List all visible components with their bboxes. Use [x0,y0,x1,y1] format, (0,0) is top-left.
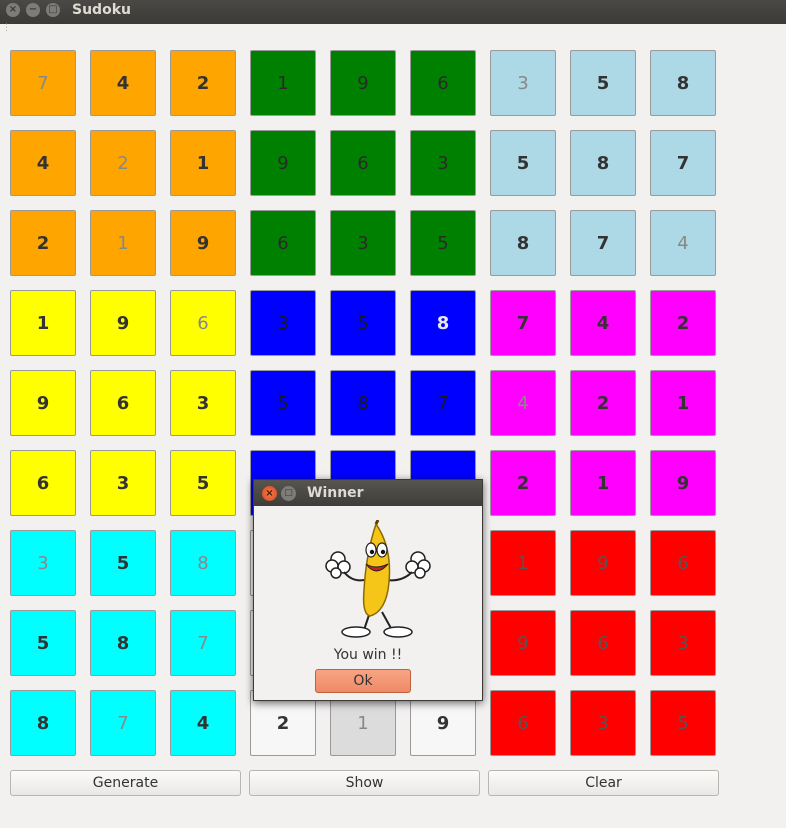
sudoku-cell[interactable]: 9 [490,610,556,676]
sudoku-cell[interactable]: 2 [10,210,76,276]
sudoku-cell[interactable]: 1 [570,450,636,516]
sudoku-cell[interactable]: 6 [250,210,316,276]
sudoku-cell[interactable]: 2 [570,370,636,436]
sudoku-cell[interactable]: 8 [170,530,236,596]
ok-button[interactable]: Ok [315,669,411,693]
sudoku-cell[interactable]: 5 [330,290,396,356]
sudoku-cell[interactable]: 7 [570,210,636,276]
sudoku-cell[interactable]: 5 [250,370,316,436]
title-bar: × − □ Sudoku [0,0,786,24]
sudoku-cell[interactable]: 4 [570,290,636,356]
sudoku-cell[interactable]: 7 [650,130,716,196]
sudoku-cell[interactable]: 5 [410,210,476,276]
sudoku-cell[interactable]: 1 [250,50,316,116]
sudoku-cell[interactable]: 7 [170,610,236,676]
sudoku-cell[interactable]: 4 [10,130,76,196]
sudoku-cell[interactable]: 2 [90,130,156,196]
sudoku-cell[interactable]: 7 [410,370,476,436]
sudoku-cell[interactable]: 6 [410,50,476,116]
dialog-maximize-icon[interactable]: □ [281,486,296,501]
dialog-title: Winner [307,485,364,501]
sudoku-cell[interactable]: 6 [10,450,76,516]
sudoku-cell[interactable]: 9 [170,210,236,276]
sudoku-cell[interactable]: 6 [330,130,396,196]
show-button[interactable]: Show [249,770,480,796]
sudoku-cell[interactable]: 9 [330,50,396,116]
sudoku-cell[interactable]: 9 [250,130,316,196]
sudoku-cell[interactable]: 6 [170,290,236,356]
sudoku-cell[interactable]: 5 [10,610,76,676]
sudoku-cell[interactable]: 8 [90,610,156,676]
toolbar-grip-icon[interactable]: ⋮ [2,24,11,36]
sudoku-cell[interactable]: 9 [10,370,76,436]
minimize-icon[interactable]: − [26,3,40,17]
sudoku-cell[interactable]: 1 [90,210,156,276]
sudoku-cell[interactable]: 1 [170,130,236,196]
sudoku-cell[interactable]: 6 [650,530,716,596]
win-message: You win !! [333,647,403,663]
sudoku-cell[interactable]: 1 [650,370,716,436]
sudoku-cell[interactable]: 7 [490,290,556,356]
sudoku-cell[interactable]: 4 [90,50,156,116]
sudoku-cell[interactable]: 9 [90,290,156,356]
sudoku-cell[interactable]: 3 [650,610,716,676]
sudoku-cell[interactable]: 6 [570,610,636,676]
clear-button[interactable]: Clear [488,770,719,796]
sudoku-cell[interactable]: 8 [330,370,396,436]
sudoku-cell[interactable]: 4 [170,690,236,756]
sudoku-cell[interactable]: 4 [490,370,556,436]
sudoku-cell[interactable]: 3 [330,210,396,276]
sudoku-cell[interactable]: 5 [490,130,556,196]
sudoku-cell[interactable]: 1 [10,290,76,356]
sudoku-cell[interactable]: 7 [10,50,76,116]
sudoku-cell[interactable]: 9 [650,450,716,516]
sudoku-cell[interactable]: 8 [650,50,716,116]
sudoku-cell[interactable]: 8 [10,690,76,756]
sudoku-cell[interactable]: 5 [570,50,636,116]
sudoku-cell[interactable]: 5 [90,530,156,596]
sudoku-cell[interactable]: 3 [10,530,76,596]
winner-dialog: × □ Winner You win !! Ok [253,479,483,701]
sudoku-cell[interactable]: 5 [650,690,716,756]
sudoku-cell[interactable]: 2 [650,290,716,356]
window-title: Sudoku [72,2,131,18]
sudoku-cell[interactable]: 3 [170,370,236,436]
dialog-title-bar: × □ Winner [254,480,482,506]
close-icon[interactable]: × [6,3,20,17]
sudoku-cell[interactable]: 2 [490,450,556,516]
dancing-banana-image [325,520,431,638]
sudoku-cell[interactable]: 5 [170,450,236,516]
sudoku-cell[interactable]: 3 [570,690,636,756]
dialog-close-icon[interactable]: × [262,486,277,501]
sudoku-cell[interactable]: 2 [170,50,236,116]
sudoku-cell[interactable]: 8 [570,130,636,196]
sudoku-cell[interactable]: 9 [570,530,636,596]
sudoku-cell[interactable]: 8 [410,290,476,356]
sudoku-cell[interactable]: 3 [250,290,316,356]
sudoku-cell[interactable]: 6 [90,370,156,436]
sudoku-cell[interactable]: 3 [410,130,476,196]
sudoku-cell[interactable]: 1 [490,530,556,596]
sudoku-cell[interactable]: 6 [490,690,556,756]
sudoku-cell[interactable]: 7 [90,690,156,756]
generate-button[interactable]: Generate [10,770,241,796]
sudoku-cell[interactable]: 4 [650,210,716,276]
sudoku-cell[interactable]: 3 [490,50,556,116]
sudoku-cell[interactable]: 3 [90,450,156,516]
maximize-icon[interactable]: □ [46,3,60,17]
sudoku-cell[interactable]: 8 [490,210,556,276]
